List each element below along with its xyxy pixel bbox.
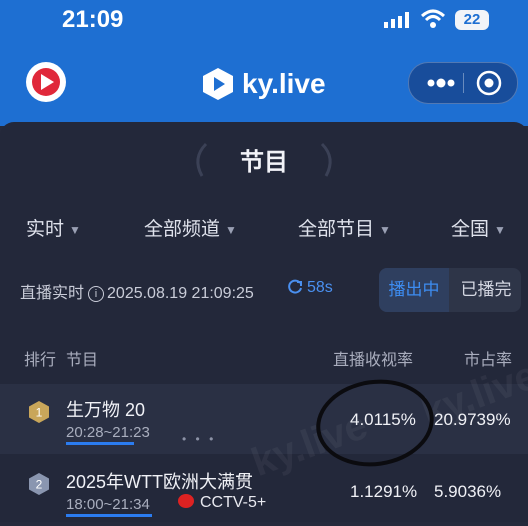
filter-label: 全部频道 [144, 219, 221, 240]
header-rank: 排行 [24, 352, 57, 369]
program-name: 2025年WTT欧洲大满贯 [66, 472, 254, 492]
app-logo-icon[interactable] [26, 62, 66, 102]
filter-time[interactable]: 实时 ▼ [26, 214, 81, 241]
capsule-divider [463, 73, 464, 93]
filter-region[interactable]: 全国 ▼ [451, 214, 506, 241]
rank-badge-icon: 2 [29, 473, 49, 495]
caret-down-icon: ▼ [69, 222, 81, 237]
broadcast-toggle: 播出中 已播完 [379, 268, 521, 312]
rank-badge-icon: 1 [29, 401, 49, 423]
program-time: 20:28~21:23 [66, 424, 150, 441]
info-icon[interactable]: i [88, 286, 105, 302]
target-icon[interactable] [471, 65, 507, 101]
caret-down-icon: ▼ [494, 222, 506, 237]
svg-text:1: 1 [36, 406, 43, 420]
refresh-icon [288, 279, 302, 294]
svg-text:2: 2 [36, 478, 43, 492]
refresh-countdown[interactable]: 58s [288, 279, 333, 297]
program-time: 18:00~21:34 [66, 496, 150, 513]
filter-label: 全国 [451, 219, 490, 240]
status-bar: 21:09 22 [0, 0, 528, 40]
mini-program-capsule [408, 62, 518, 104]
filter-label: 全部节目 [298, 219, 375, 240]
tab-on-air[interactable]: 播出中 [379, 268, 449, 312]
page-title: 节目 [240, 149, 288, 176]
header-program: 节目 [66, 352, 99, 369]
rating-value: 1.1291% [350, 482, 418, 501]
program-name: 生万物 20 [66, 400, 146, 420]
share-value: 5.9036% [434, 482, 502, 501]
dots-separator: • • • [182, 432, 217, 446]
refresh-seconds: 58s [307, 279, 333, 296]
ky-logo-icon [203, 68, 233, 100]
progress-bar [66, 514, 152, 517]
filter-program[interactable]: 全部节目 ▼ [298, 214, 391, 241]
channel-tag: CCTV-5+ [178, 494, 266, 512]
battery-indicator: 22 [455, 10, 489, 30]
progress-bar [66, 442, 134, 445]
app-bar: ky.live [0, 40, 528, 126]
live-info-row: 直播实时 i 2025.08.19 21:09:25 58s 播出中 已播完 [0, 266, 528, 312]
wifi-icon [420, 9, 446, 28]
laurel-icon [320, 142, 332, 177]
main-panel: 节目 实时 ▼ 全部频道 ▼ 全部节目 ▼ 全国 ▼ 直播实时 i 2025.08.19 2… [0, 122, 528, 522]
more-icon[interactable] [419, 63, 463, 103]
filter-channel[interactable]: 全部频道 ▼ [144, 214, 237, 241]
tab-finished[interactable]: 已播完 [451, 268, 521, 312]
live-label-text: 直播实时 [20, 285, 85, 302]
channel-name: CCTV-5+ [200, 494, 267, 511]
live-label: 直播实时 i 2025.08.19 21:09:25 [20, 279, 254, 303]
status-time: 21:09 [62, 6, 124, 33]
caret-down-icon: ▼ [379, 222, 391, 237]
signal-icon [384, 12, 409, 28]
header-rating[interactable]: 直播收视率 [333, 346, 413, 370]
caret-down-icon: ▼ [225, 222, 237, 237]
cctv-logo-icon [178, 494, 194, 508]
live-timestamp: 2025.08.19 21:09:25 [107, 285, 254, 302]
filter-label: 实时 [26, 219, 65, 240]
brand-name: ky.live [242, 68, 326, 99]
